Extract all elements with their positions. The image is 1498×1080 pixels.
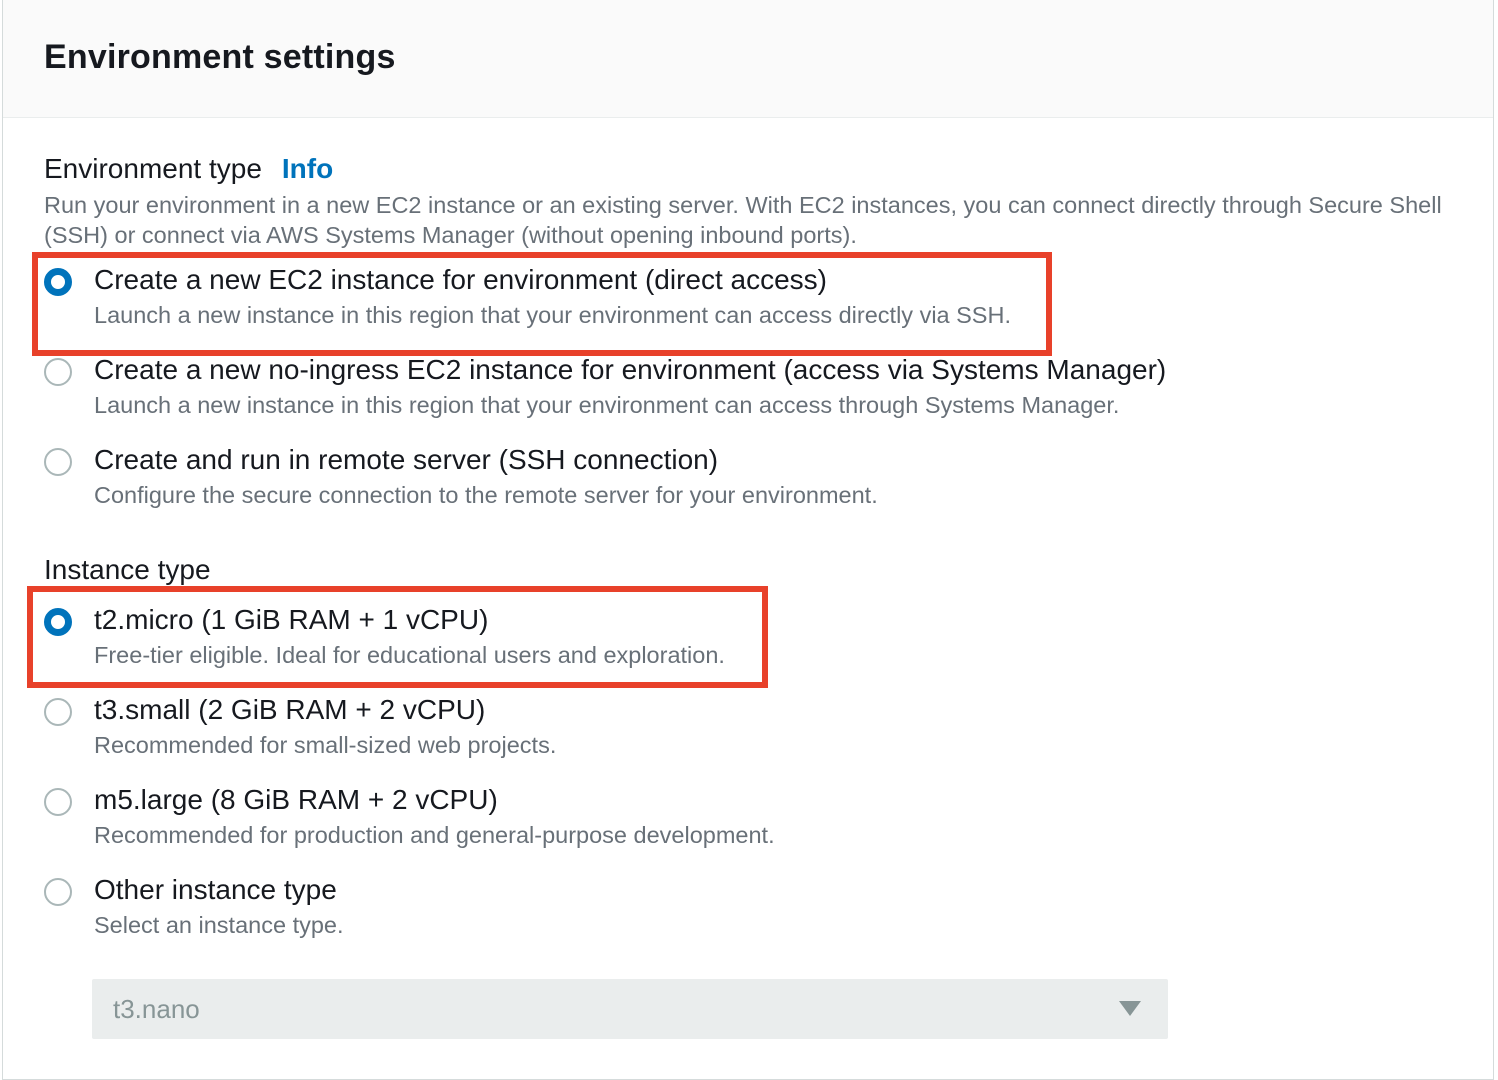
env-option-no-ingress-description: Launch a new instance in this region tha…: [94, 392, 1120, 418]
instance-option-other-radio[interactable]: [44, 878, 72, 906]
caret-down-icon: [1119, 1001, 1141, 1016]
other-instance-type-select-value: t3.nano: [113, 994, 200, 1024]
environment-type-info-link[interactable]: Info: [282, 153, 333, 184]
instance-option-t3-small-label: t3.small (2 GiB RAM + 2 vCPU): [94, 694, 486, 725]
instance-option-t3-small[interactable]: t3.small (2 GiB RAM + 2 vCPU) Recommende…: [43, 694, 1343, 774]
instance-option-t2-micro-radio[interactable]: [44, 608, 72, 636]
instance-option-m5-large-description: Recommended for production and general-p…: [94, 822, 775, 848]
env-option-remote-server-radio[interactable]: [44, 448, 72, 476]
panel-header: Environment settings: [3, 0, 1493, 118]
instance-option-other-label: Other instance type: [94, 874, 337, 905]
env-option-no-ingress-label: Create a new no-ingress EC2 instance for…: [94, 354, 1167, 385]
instance-option-m5-large[interactable]: m5.large (8 GiB RAM + 2 vCPU) Recommende…: [43, 784, 1343, 864]
instance-option-other-description: Select an instance type.: [94, 912, 344, 938]
other-instance-type-select: t3.nano: [92, 979, 1168, 1039]
instance-option-t3-small-description: Recommended for small-sized web projects…: [94, 732, 557, 758]
env-option-no-ingress-radio[interactable]: [44, 358, 72, 386]
environment-type-label-text: Environment type: [44, 153, 262, 184]
instance-option-t2-micro[interactable]: t2.micro (1 GiB RAM + 1 vCPU) Free-tier …: [43, 604, 1343, 684]
env-option-remote-server-description: Configure the secure connection to the r…: [94, 482, 878, 508]
env-option-direct-access-radio[interactable]: [44, 268, 72, 296]
panel-title: Environment settings: [44, 38, 396, 76]
env-option-direct-access-label: Create a new EC2 instance for environmen…: [94, 264, 827, 295]
instance-option-t2-micro-description: Free-tier eligible. Ideal for educationa…: [94, 642, 725, 668]
instance-type-label: Instance type: [44, 554, 211, 585]
instance-option-m5-large-radio[interactable]: [44, 788, 72, 816]
instance-option-t2-micro-label: t2.micro (1 GiB RAM + 1 vCPU): [94, 604, 489, 635]
env-option-remote-server[interactable]: Create and run in remote server (SSH con…: [43, 444, 1343, 524]
env-option-direct-access[interactable]: Create a new EC2 instance for environmen…: [43, 264, 1343, 344]
environment-type-label: Environment type Info: [44, 153, 333, 185]
instance-option-t3-small-radio[interactable]: [44, 698, 72, 726]
environment-settings-panel: Environment settings Environment type Inf…: [2, 0, 1494, 1080]
environment-type-description: Run your environment in a new EC2 instan…: [44, 192, 1442, 248]
env-option-direct-access-description: Launch a new instance in this region tha…: [94, 302, 1011, 328]
env-option-remote-server-label: Create and run in remote server (SSH con…: [94, 444, 719, 475]
instance-option-other[interactable]: Other instance type Select an instance t…: [43, 874, 1343, 954]
instance-option-m5-large-label: m5.large (8 GiB RAM + 2 vCPU): [94, 784, 498, 815]
env-option-no-ingress[interactable]: Create a new no-ingress EC2 instance for…: [43, 354, 1343, 434]
